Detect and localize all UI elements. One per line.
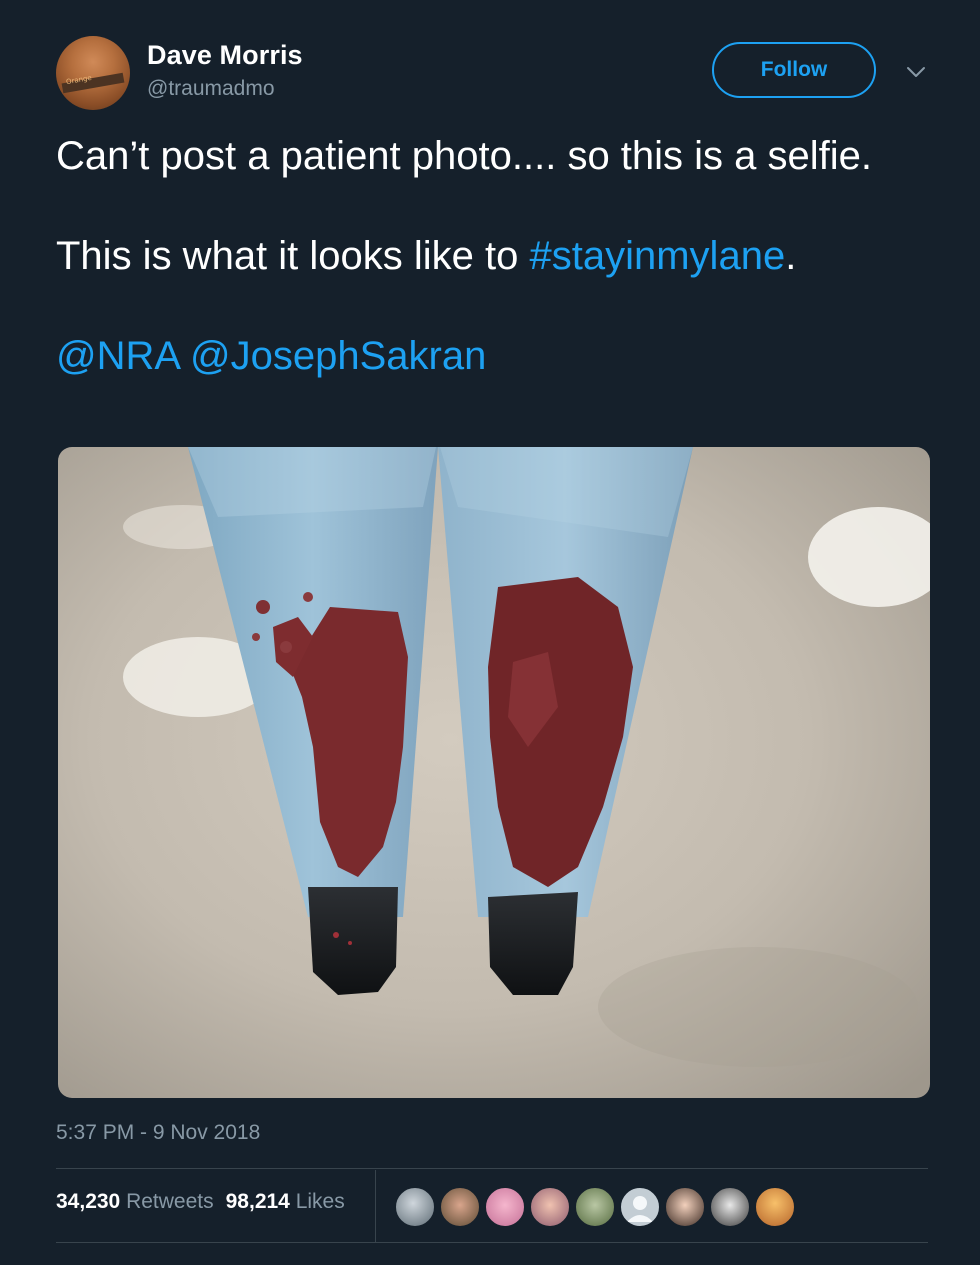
divider-top [56,1168,928,1169]
chevron-down-icon[interactable] [905,61,927,83]
default-user-icon [627,1196,653,1222]
tweet-timestamp[interactable]: 5:37 PM - 9 Nov 2018 [56,1121,260,1145]
retweets-count: 34,230 [56,1190,121,1213]
likes-stat[interactable]: 98,214 Likes [226,1190,345,1213]
tweet-header: Orange Dave Morris @traumadmo Follow [56,36,928,114]
liker-avatar[interactable] [754,1186,796,1228]
retweets-stat[interactable]: 34,230 Retweets [56,1190,214,1213]
liker-avatar[interactable] [664,1186,706,1228]
mention-link-josephsakran[interactable]: @JosephSakran [190,334,486,378]
liker-avatar[interactable] [394,1186,436,1228]
likes-label: Likes [295,1190,345,1213]
liker-avatar[interactable] [709,1186,751,1228]
tweet-text-line2-start: This is what it looks like to [56,234,530,278]
likes-count: 98,214 [225,1190,290,1213]
author-handle[interactable]: @traumadmo [147,77,275,101]
retweets-label: Retweets [126,1190,214,1213]
tweet-text-line2: This is what it looks like to #stayinmyl… [56,231,928,281]
liker-avatar[interactable] [484,1186,526,1228]
liker-avatar[interactable] [529,1186,571,1228]
liker-avatar[interactable] [439,1186,481,1228]
divider-bottom [56,1242,928,1243]
hashtag-link[interactable]: #stayinmylane [530,234,786,278]
follow-button[interactable]: Follow [712,42,876,98]
tweet-body: Can’t post a patient photo.... so this i… [56,131,928,381]
photo-scrubs-bloodstained [58,447,930,1098]
author-name[interactable]: Dave Morris [147,40,303,71]
tweet-mentions: @NRA @JosephSakran [56,331,928,381]
tweet-stats: 34,230 Retweets 98,214 Likes [56,1190,345,1214]
author-avatar[interactable]: Orange [56,36,130,110]
tweet-text-line2-end: . [785,234,797,278]
mention-link-nra[interactable]: @NRA [56,334,179,378]
tweet-text-line1: Can’t post a patient photo.... so this i… [56,134,873,178]
stats-separator [375,1170,376,1242]
liker-avatar-default[interactable] [619,1186,661,1228]
tweet-photo[interactable] [58,447,930,1098]
liker-avatar[interactable] [574,1186,616,1228]
